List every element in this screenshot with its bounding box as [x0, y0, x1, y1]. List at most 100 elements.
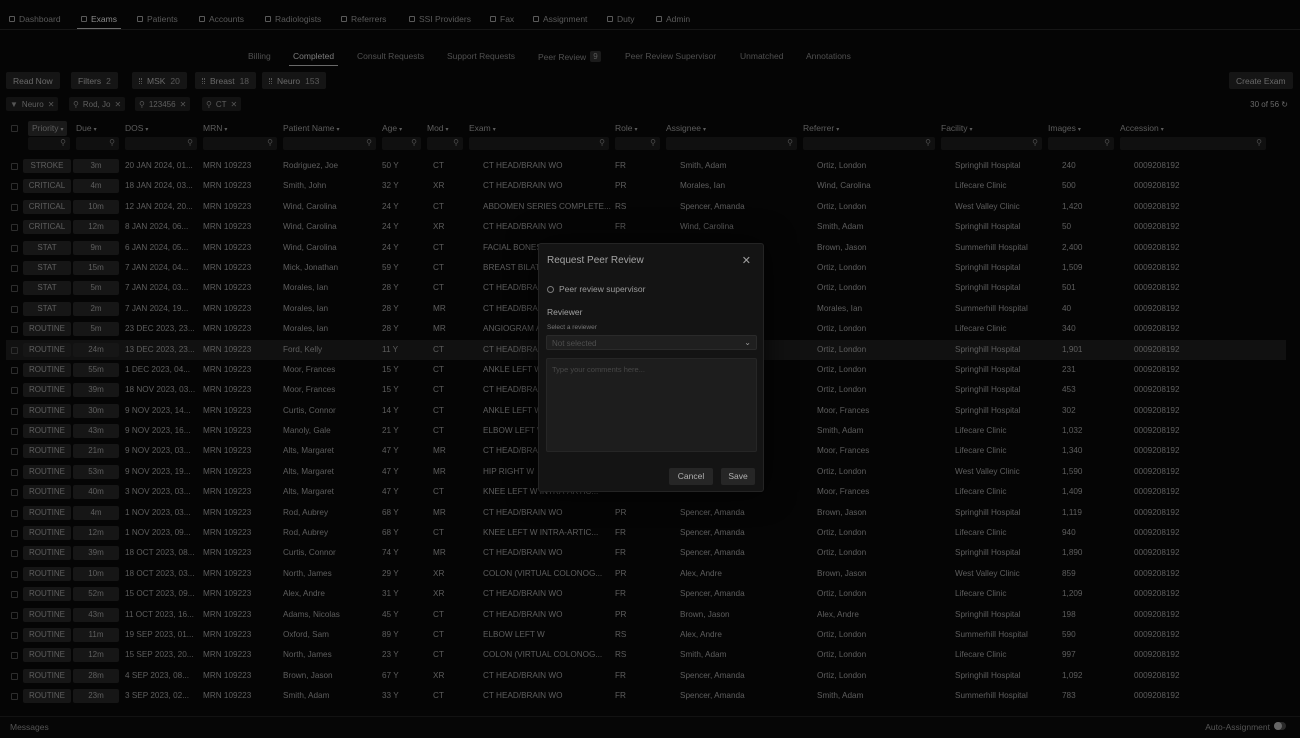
- column-filter-input[interactable]: ⚲: [615, 137, 660, 150]
- column-header-priority[interactable]: Priority ▾: [28, 121, 68, 136]
- nav-item-exams[interactable]: Exams: [77, 14, 121, 29]
- row-checkbox[interactable]: [11, 693, 18, 701]
- tab-annotations[interactable]: Annotations: [806, 51, 851, 61]
- column-header-exam[interactable]: Exam ▾: [469, 121, 496, 136]
- column-filter-input[interactable]: ⚲: [666, 137, 797, 150]
- nav-item-fax[interactable]: Fax: [490, 14, 514, 24]
- row-checkbox[interactable]: [11, 264, 18, 272]
- row-checkbox[interactable]: [11, 611, 18, 619]
- column-header-mod[interactable]: Mod ▾: [427, 121, 449, 136]
- cancel-button[interactable]: Cancel: [669, 468, 713, 485]
- reviewer-select[interactable]: Not selected ⌄: [546, 335, 757, 350]
- row-checkbox[interactable]: [11, 387, 18, 395]
- column-filter-input[interactable]: ⚲: [941, 137, 1042, 150]
- table-row[interactable]: ROUTINE 11m 19 SEP 2023, 01... MRN 109223 Ox…: [6, 625, 1286, 645]
- nav-item-patients[interactable]: Patients: [137, 14, 178, 24]
- nav-item-radiologists[interactable]: Radiologists: [265, 14, 321, 24]
- column-filter-input[interactable]: ⚲: [125, 137, 197, 150]
- row-checkbox[interactable]: [11, 652, 18, 660]
- table-row[interactable]: CRITICAL 4m 18 JAN 2024, 03... MRN 109223 Sm…: [6, 176, 1286, 196]
- table-row[interactable]: ROUTINE 39m 18 OCT 2023, 08... MRN 109223 Cu…: [6, 543, 1286, 563]
- read-now-button[interactable]: Read Now: [6, 72, 60, 89]
- messages-button[interactable]: Messages: [10, 722, 49, 732]
- row-checkbox[interactable]: [11, 631, 18, 639]
- nav-item-accounts[interactable]: Accounts: [199, 14, 244, 24]
- nav-item-assignment[interactable]: Assignment: [533, 14, 587, 24]
- row-checkbox[interactable]: [11, 570, 18, 578]
- select-all-checkbox[interactable]: [11, 125, 18, 132]
- table-row[interactable]: ROUTINE 12m 15 SEP 2023, 20... MRN 109223 No…: [6, 645, 1286, 665]
- column-header-mrn[interactable]: MRN ▾: [203, 121, 227, 136]
- column-header-referrer[interactable]: Referrer ▾: [803, 121, 839, 136]
- row-checkbox[interactable]: [11, 550, 18, 558]
- row-checkbox[interactable]: [11, 591, 18, 599]
- table-row[interactable]: STROKE 3m 20 JAN 2024, 01... MRN 109223 Rodr…: [6, 156, 1286, 176]
- column-header-accession[interactable]: Accession ▾: [1120, 121, 1164, 136]
- tab-support-requests[interactable]: Support Requests: [447, 51, 515, 61]
- column-filter-input[interactable]: ⚲: [28, 137, 70, 150]
- row-checkbox[interactable]: [11, 224, 18, 232]
- column-header-role[interactable]: Role ▾: [615, 121, 638, 136]
- row-checkbox[interactable]: [11, 183, 18, 191]
- radio-button[interactable]: [547, 285, 554, 293]
- table-row[interactable]: CRITICAL 12m 8 JAN 2024, 06... MRN 109223 Wi…: [6, 217, 1286, 237]
- tab-unmatched[interactable]: Unmatched: [740, 51, 783, 61]
- column-filter-input[interactable]: ⚲: [76, 137, 119, 150]
- row-checkbox[interactable]: [11, 346, 18, 354]
- row-checkbox[interactable]: [11, 407, 18, 415]
- neuro-preset-button[interactable]: Neuro 153: [262, 72, 327, 89]
- column-filter-input[interactable]: ⚲: [427, 137, 463, 150]
- row-checkbox[interactable]: [11, 203, 18, 211]
- column-filter-input[interactable]: ⚲: [382, 137, 421, 150]
- auto-assignment-toggle[interactable]: [1274, 722, 1286, 730]
- filters-button[interactable]: Filters 2: [71, 72, 118, 89]
- refresh-icon[interactable]: ↻: [1281, 100, 1288, 109]
- row-checkbox[interactable]: [11, 448, 18, 456]
- column-header-assignee[interactable]: Assignee ▾: [666, 121, 706, 136]
- column-header-due[interactable]: Due ▾: [76, 121, 97, 136]
- table-row[interactable]: ROUTINE 10m 18 OCT 2023, 03... MRN 109223 No…: [6, 564, 1286, 584]
- column-filter-input[interactable]: ⚲: [803, 137, 935, 150]
- column-filter-input[interactable]: ⚲: [203, 137, 277, 150]
- row-checkbox[interactable]: [11, 489, 18, 497]
- nav-item-referrers[interactable]: Referrers: [341, 14, 386, 24]
- table-row[interactable]: ROUTINE 28m 4 SEP 2023, 08... MRN 109223 Bro…: [6, 666, 1286, 686]
- close-icon[interactable]: ✕: [114, 100, 121, 109]
- table-row[interactable]: ROUTINE 4m 1 NOV 2023, 03... MRN 109223 Rod,…: [6, 503, 1286, 523]
- nav-item-admin[interactable]: Admin: [656, 14, 690, 24]
- close-icon[interactable]: ✕: [48, 100, 55, 109]
- tab-peer-review-supervisor[interactable]: Peer Review Supervisor: [625, 51, 716, 61]
- row-checkbox[interactable]: [11, 530, 18, 538]
- breast-preset-button[interactable]: Breast 18: [195, 72, 257, 89]
- column-filter-input[interactable]: ⚲: [283, 137, 376, 150]
- table-row[interactable]: ROUTINE 12m 1 NOV 2023, 09... MRN 109223 Rod…: [6, 523, 1286, 543]
- nav-item-ssi-providers[interactable]: SSI Providers: [409, 14, 471, 24]
- table-row[interactable]: ROUTINE 52m 15 OCT 2023, 09... MRN 109223 Al…: [6, 584, 1286, 604]
- filter-chip-neuro[interactable]: ▼ Neuro ✕: [6, 97, 59, 111]
- tab-completed[interactable]: Completed: [288, 51, 339, 66]
- tab-billing[interactable]: Billing: [248, 51, 271, 61]
- column-header-age[interactable]: Age ▾: [382, 121, 402, 136]
- nav-item-duty[interactable]: Duty: [607, 14, 634, 24]
- row-checkbox[interactable]: [11, 366, 18, 374]
- filter-chip-mod[interactable]: ⚲ CT ✕: [202, 97, 242, 111]
- tab-consult-requests[interactable]: Consult Requests: [357, 51, 424, 61]
- comments-textarea[interactable]: Type your comments here...: [546, 358, 757, 452]
- peer-review-supervisor-option[interactable]: Peer review supervisor: [547, 284, 645, 294]
- row-checkbox[interactable]: [11, 305, 18, 313]
- column-header-facility[interactable]: Facility ▾: [941, 121, 972, 136]
- save-button[interactable]: Save: [721, 468, 755, 485]
- column-header-patient-name[interactable]: Patient Name ▾: [283, 121, 340, 136]
- close-icon[interactable]: ✕: [180, 100, 187, 109]
- table-row[interactable]: ROUTINE 43m 11 OCT 2023, 16... MRN 109223 Ad…: [6, 605, 1286, 625]
- close-icon[interactable]: ✕: [231, 100, 238, 109]
- filter-chip-name[interactable]: ⚲ Rod, Jo ✕: [69, 97, 126, 111]
- filter-chip-mrn[interactable]: ⚲ 123456 ✕: [135, 97, 191, 111]
- table-row[interactable]: CRITICAL 10m 12 JAN 2024, 20... MRN 109223 W…: [6, 197, 1286, 217]
- msk-preset-button[interactable]: MSK 20: [132, 72, 187, 89]
- column-filter-input[interactable]: ⚲: [469, 137, 609, 150]
- row-checkbox[interactable]: [11, 244, 18, 252]
- row-checkbox[interactable]: [11, 285, 18, 293]
- column-header-dos[interactable]: DOS ▾: [125, 121, 148, 136]
- close-icon[interactable]: ✕: [742, 254, 751, 267]
